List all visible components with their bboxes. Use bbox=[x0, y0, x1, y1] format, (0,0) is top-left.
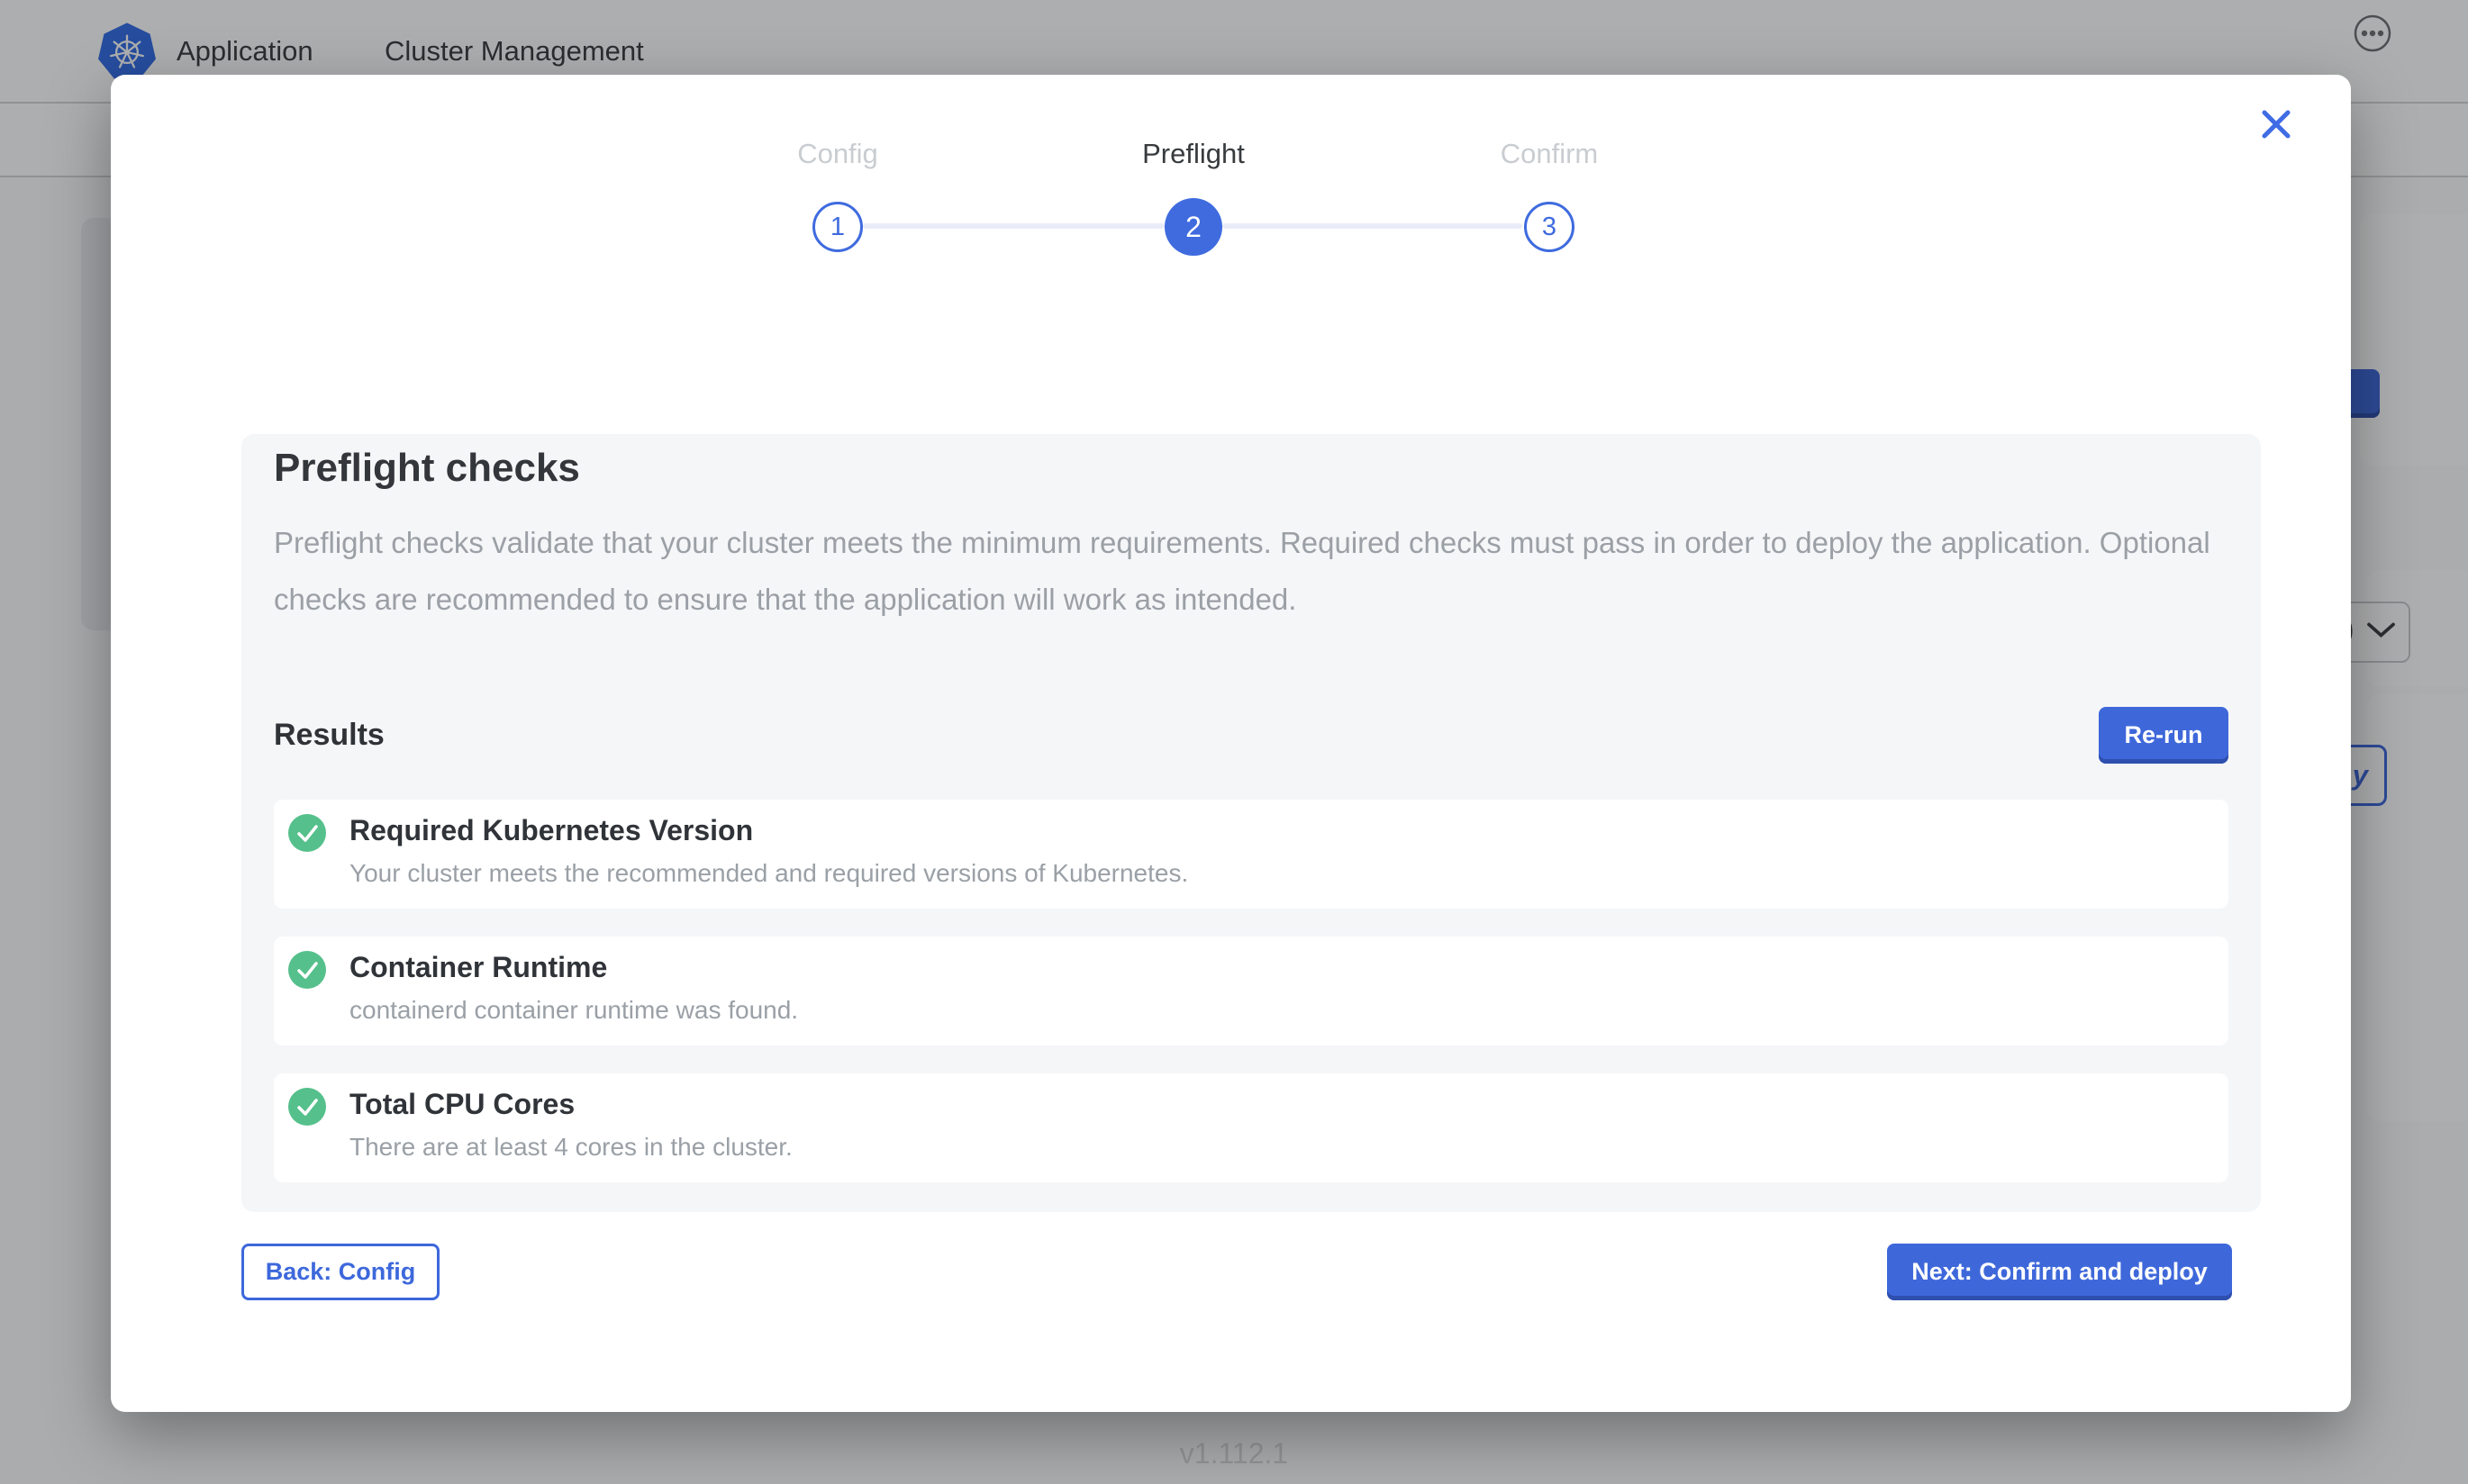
step-circle-1[interactable]: 1 bbox=[812, 202, 863, 252]
modal-description: Preflight checks validate that your clus… bbox=[274, 514, 2228, 628]
check-result-card: Container Runtime containerd container r… bbox=[274, 937, 2228, 1045]
step-label-config: Config bbox=[703, 138, 973, 170]
next-confirm-deploy-button[interactable]: Next: Confirm and deploy bbox=[1887, 1244, 2232, 1300]
step-label-confirm: Confirm bbox=[1414, 138, 1684, 170]
stepper-connector bbox=[1222, 223, 1522, 229]
check-pass-icon bbox=[288, 814, 326, 852]
check-result-card: Required Kubernetes Version Your cluster… bbox=[274, 800, 2228, 909]
preflight-modal: Config Preflight Confirm 1 2 3 Preflight… bbox=[111, 75, 2351, 1412]
check-result-card: Total CPU Cores There are at least 4 cor… bbox=[274, 1073, 2228, 1182]
check-pass-icon bbox=[288, 951, 326, 989]
check-title: Total CPU Cores bbox=[349, 1088, 575, 1121]
rerun-button[interactable]: Re-run bbox=[2099, 707, 2228, 764]
step-label-preflight: Preflight bbox=[1058, 138, 1329, 170]
results-heading: Results bbox=[274, 707, 385, 764]
step-circle-3[interactable]: 3 bbox=[1524, 202, 1574, 252]
page: Application Cluster Management 0 bbox=[0, 0, 2468, 1484]
check-title: Required Kubernetes Version bbox=[349, 814, 753, 847]
check-title: Container Runtime bbox=[349, 951, 607, 984]
close-icon[interactable] bbox=[2255, 103, 2298, 146]
modal-title: Preflight checks bbox=[274, 446, 580, 491]
back-config-button[interactable]: Back: Config bbox=[241, 1244, 440, 1300]
check-description: containerd container runtime was found. bbox=[349, 996, 798, 1025]
stepper-connector bbox=[863, 223, 1165, 229]
check-description: Your cluster meets the recommended and r… bbox=[349, 859, 1188, 888]
check-description: There are at least 4 cores in the cluste… bbox=[349, 1133, 793, 1162]
step-circle-2[interactable]: 2 bbox=[1165, 198, 1222, 256]
check-pass-icon bbox=[288, 1088, 326, 1126]
